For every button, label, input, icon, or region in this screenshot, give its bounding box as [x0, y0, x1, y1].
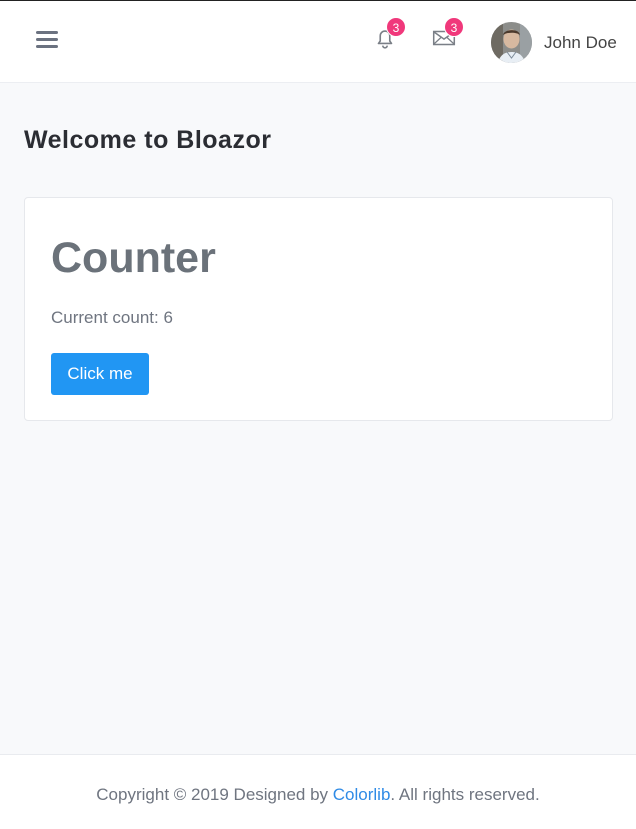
footer-copyright-prefix: Copyright © 2019 Designed by [96, 785, 333, 804]
avatar-image [491, 22, 532, 63]
app-frame: 3 3 John Doe Welcome to Bloazor Counter … [0, 0, 636, 829]
top-navbar: 3 3 John Doe [0, 1, 636, 83]
avatar[interactable] [491, 22, 532, 63]
messages-button[interactable]: 3 [430, 17, 464, 55]
click-me-button[interactable]: Click me [51, 353, 149, 395]
notifications-badge: 3 [386, 17, 406, 37]
counter-card: Counter Current count: 6 Click me [24, 197, 613, 421]
current-count-text: Current count: 6 [51, 308, 173, 327]
user-name[interactable]: John Doe [544, 33, 617, 53]
hamburger-menu-icon[interactable] [36, 31, 58, 51]
page-title: Welcome to Bloazor [24, 126, 272, 154]
card-title: Counter [51, 234, 216, 282]
messages-badge: 3 [444, 17, 464, 37]
footer-copyright-suffix: . All rights reserved. [390, 785, 540, 804]
footer: Copyright © 2019 Designed by Colorlib. A… [0, 754, 636, 829]
colorlib-link[interactable]: Colorlib [333, 785, 391, 804]
notifications-button[interactable]: 3 [372, 17, 406, 55]
